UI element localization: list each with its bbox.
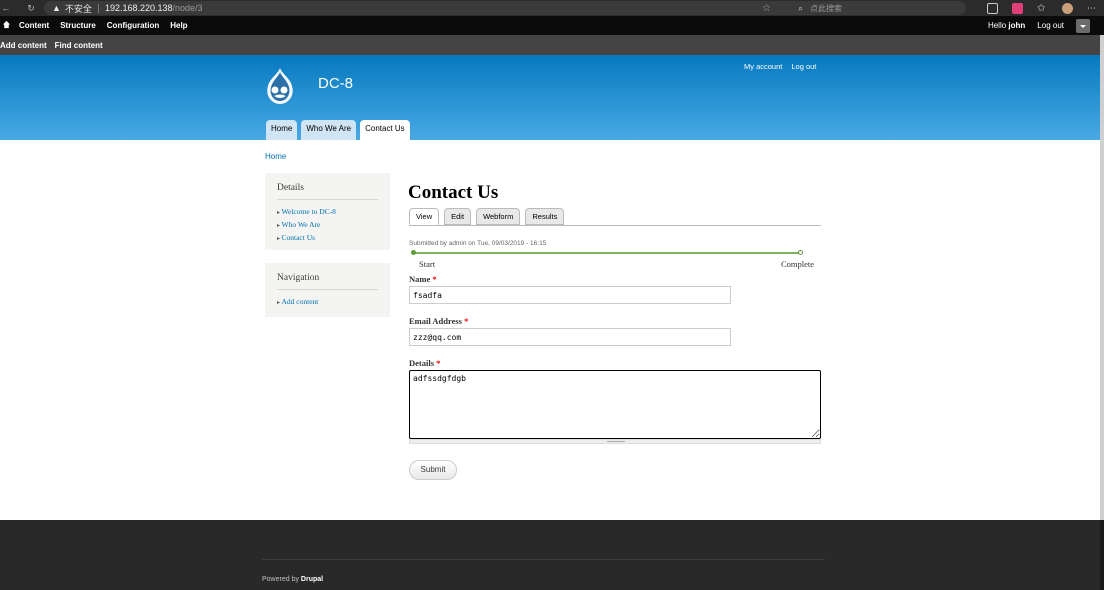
navigation-item-add-content[interactable]: Add content <box>277 296 378 309</box>
footer-divider <box>262 559 825 560</box>
details-label: Details * <box>409 358 441 368</box>
search-box[interactable]: ⌕ 点此搜索 <box>790 1 966 15</box>
main-menu: Home Who We Are Contact Us <box>266 120 410 140</box>
required-marker: * <box>432 274 437 284</box>
textarea-resize-grip[interactable] <box>409 439 821 444</box>
required-marker: * <box>436 358 441 368</box>
toolbar-greeting: Hello john <box>987 21 1026 30</box>
local-tasks: View Edit Webform Results <box>409 208 821 226</box>
details-item-contact-us[interactable]: Contact Us <box>277 232 378 245</box>
details-textarea[interactable]: adfssdgfdgb <box>409 370 821 439</box>
browser-extensions: ✩ ⋯ <box>987 0 1098 16</box>
site-name[interactable]: DC-8 <box>318 75 353 92</box>
secondary-my-account[interactable]: My account <box>744 62 782 71</box>
site-header: DC-8 My account Log out Home Who We Are … <box>0 55 1100 140</box>
toolbar-user[interactable]: john <box>1008 21 1025 30</box>
address-separator <box>97 3 99 13</box>
secondary-log-out[interactable]: Log out <box>791 62 816 71</box>
details-list: Welcome to DC-8 Who We Are Contact Us <box>277 206 378 245</box>
navigation-block: Navigation Add content <box>265 263 390 317</box>
progress-start-marker <box>411 250 416 255</box>
secondary-menu: My account Log out <box>744 62 816 71</box>
page-scrollbar[interactable] <box>1100 35 1104 590</box>
email-field[interactable] <box>409 328 731 346</box>
email-label: Email Address * <box>409 316 469 326</box>
extension-pink-icon[interactable] <box>1012 2 1023 14</box>
toolbar-content[interactable]: Content <box>19 21 49 30</box>
submitted-info: Submitted by admin on Tue, 09/03/2019 - … <box>409 240 547 247</box>
details-item-welcome[interactable]: Welcome to DC-8 <box>277 206 378 219</box>
more-icon[interactable]: ⋯ <box>1087 3 1098 14</box>
main-tab-who-we-are[interactable]: Who We Are <box>301 120 357 140</box>
breadcrumb-home[interactable]: Home <box>265 152 286 161</box>
search-placeholder: 点此搜索 <box>810 3 843 13</box>
toolbar-configuration[interactable]: Configuration <box>107 21 159 30</box>
shortcut-find-content[interactable]: Find content <box>55 41 103 50</box>
name-field[interactable] <box>409 286 731 304</box>
shortcuts-bar: Add content Find content <box>0 35 1104 55</box>
navigation-block-title: Navigation <box>277 273 378 290</box>
url-path: /node/3 <box>172 3 203 13</box>
details-item-who-we-are[interactable]: Who We Are <box>277 219 378 232</box>
drupal-link[interactable]: Drupal <box>301 576 323 583</box>
toolbar-logout[interactable]: Log out <box>1037 21 1064 30</box>
security-label: 不安全 <box>64 3 92 14</box>
home-icon[interactable] <box>2 20 14 31</box>
page-title: Contact Us <box>408 182 499 203</box>
progress-end-label: Complete <box>781 259 815 269</box>
extension-icon[interactable] <box>987 2 998 14</box>
main-tab-contact-us[interactable]: Contact Us <box>360 120 410 140</box>
scrollbar-thumb[interactable] <box>1100 35 1104 520</box>
toolbar-help[interactable]: Help <box>170 21 187 30</box>
favorites-icon[interactable]: ✩ <box>1037 3 1048 14</box>
navigation-list: Add content <box>277 296 378 309</box>
back-icon[interactable]: ← <box>0 0 12 16</box>
search-icon: ⌕ <box>798 2 804 13</box>
progress-line <box>413 252 801 254</box>
local-tab-edit[interactable]: Edit <box>444 208 472 225</box>
toolbar-structure[interactable]: Structure <box>60 21 96 30</box>
profile-avatar-icon[interactable] <box>1062 2 1073 14</box>
webform-progress-bar <box>411 250 803 255</box>
drupal-logo[interactable] <box>262 66 298 106</box>
site-footer: Powered by Drupal <box>0 520 1100 590</box>
warning-icon: ▲ <box>52 3 61 13</box>
required-marker: * <box>464 316 469 326</box>
local-tab-results[interactable]: Results <box>525 208 565 225</box>
progress-end-marker <box>798 250 803 255</box>
powered-by: Powered by Drupal <box>262 576 324 583</box>
favorite-star-icon[interactable]: ☆ <box>762 3 771 14</box>
progress-start-label: Start <box>419 259 436 269</box>
name-label: Name * <box>409 274 437 284</box>
toolbar-drawer-toggle[interactable] <box>1076 18 1090 33</box>
main-tab-home[interactable]: Home <box>266 120 298 140</box>
local-tab-webform[interactable]: Webform <box>476 208 521 225</box>
browser-bar: ← ↻ ▲ 不安全 192.168.220.138 /node/3 ☆ ⌕ 点此… <box>0 0 1104 16</box>
url-host: 192.168.220.138 <box>104 3 173 13</box>
shortcut-add-content[interactable]: Add content <box>0 41 47 50</box>
admin-toolbar: Content Structure Configuration Help Hel… <box>0 16 1104 35</box>
local-tab-view[interactable]: View <box>409 208 440 225</box>
details-block-title: Details <box>277 183 378 200</box>
reload-icon[interactable]: ↻ <box>24 0 38 16</box>
submit-button[interactable]: Submit <box>409 460 457 480</box>
details-block: Details Welcome to DC-8 Who We Are Conta… <box>265 173 390 250</box>
